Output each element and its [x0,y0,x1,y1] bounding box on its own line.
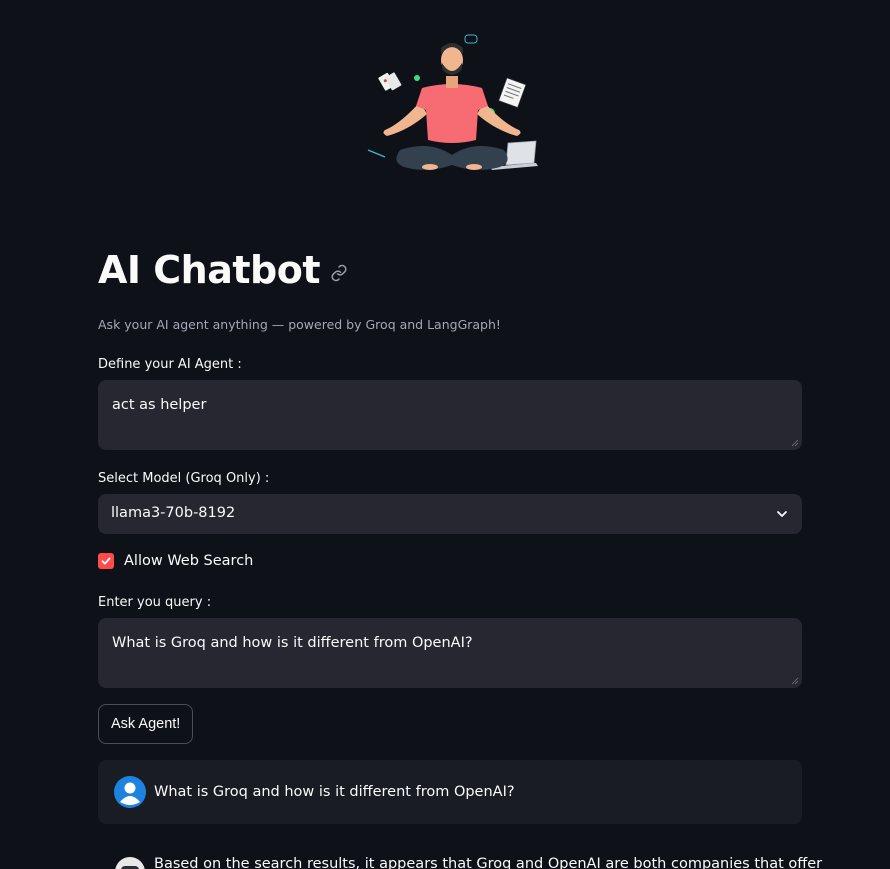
meditating-person-illustration [367,34,538,170]
app-page: AI Chatbot Ask your AI agent anything — … [0,0,890,869]
checkmark-icon [101,557,111,565]
robot-avatar-icon [115,857,145,869]
model-select-value: llama3-70b-8192 [111,505,236,521]
model-select-label: Select Model (Groq Only) : [98,471,270,486]
page-subtitle: Ask your AI agent anything — powered by … [98,317,501,332]
query-value: What is Groq and how is it different fro… [112,635,473,651]
resize-grip-icon[interactable] [791,439,799,447]
chat-bubble-icon [464,34,478,44]
title-row: AI Chatbot [98,248,348,292]
chat-message-user: What is Groq and how is it different fro… [98,760,802,824]
playing-cards-icon [378,72,402,91]
web-search-option[interactable]: Allow Web Search [98,553,253,569]
query-label: Enter you query : [98,595,212,610]
query-textarea[interactable]: What is Groq and how is it different fro… [98,618,802,688]
document-icon [498,77,527,108]
web-search-checkbox[interactable] [98,553,114,569]
agent-definition-value: act as helper [112,397,207,413]
page-title: AI Chatbot [98,248,321,292]
chat-message-text: Based on the search results, it appears … [154,856,823,869]
chat-message-text: What is Groq and how is it different fro… [154,784,515,800]
agent-definition-label: Define your AI Agent : [98,357,242,372]
model-select[interactable]: llama3-70b-8192 [98,494,802,534]
link-icon[interactable] [330,264,348,282]
chevron-down-icon [777,511,787,517]
resize-grip-icon[interactable] [791,677,799,685]
ask-agent-button[interactable]: Ask Agent! [98,704,194,744]
agent-definition-textarea[interactable]: act as helper [98,380,802,450]
web-search-label: Allow Web Search [124,553,254,569]
user-avatar-icon [114,776,146,808]
chat-message-assistant: Based on the search results, it appears … [98,848,822,869]
